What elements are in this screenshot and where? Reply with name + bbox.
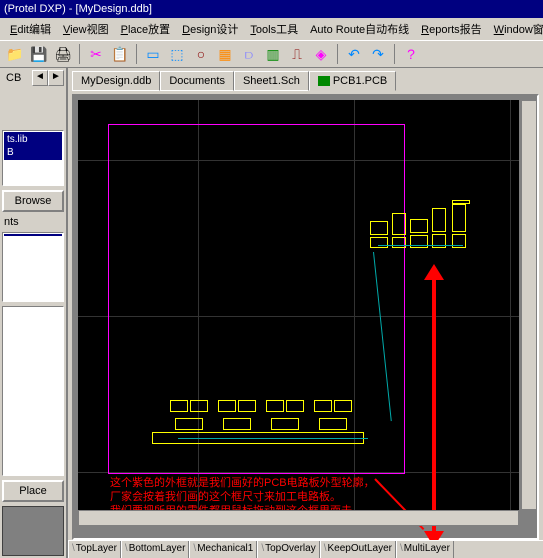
footprint-preview xyxy=(2,506,64,556)
component[interactable] xyxy=(175,418,203,430)
list-item[interactable]: B xyxy=(5,146,61,159)
component[interactable] xyxy=(238,400,256,412)
menu-reports[interactable]: Reports报告 xyxy=(415,19,488,39)
select-rect-icon[interactable]: ▭ xyxy=(142,43,164,65)
component-list[interactable] xyxy=(4,234,62,236)
browse-button[interactable]: Browse xyxy=(2,190,64,212)
menu-bar: Edit编辑 View视图 Place放置 Design设计 Tools工具 A… xyxy=(0,18,543,40)
undo-icon[interactable]: ↶ xyxy=(343,43,365,65)
component[interactable] xyxy=(392,213,406,235)
pcb-icon xyxy=(318,76,330,86)
menu-autoroute[interactable]: Auto Route自动布线 xyxy=(304,19,415,39)
print-icon[interactable]: 🖨 xyxy=(52,43,74,65)
component[interactable] xyxy=(334,400,352,412)
component[interactable] xyxy=(319,418,347,430)
menu-edit[interactable]: Edit编辑 xyxy=(4,19,57,39)
component[interactable] xyxy=(190,400,208,412)
save-icon[interactable]: 💾 xyxy=(28,43,50,65)
panel-tab[interactable]: CB xyxy=(2,70,32,86)
component[interactable] xyxy=(410,235,428,248)
cut-icon[interactable]: ✂ xyxy=(85,43,107,65)
tab-mydesign[interactable]: MyDesign.ddb xyxy=(72,71,160,91)
component[interactable] xyxy=(271,418,299,430)
chip-icon[interactable]: ▥ xyxy=(262,43,284,65)
title-bar: (Protel DXP) - [MyDesign.ddb] xyxy=(0,0,543,18)
menu-window[interactable]: Window窗 xyxy=(488,19,543,39)
component[interactable] xyxy=(410,219,428,233)
component[interactable] xyxy=(218,400,236,412)
menu-tools[interactable]: Tools工具 xyxy=(244,19,304,39)
wire xyxy=(178,438,368,439)
library-list[interactable]: ts.lib B xyxy=(4,132,62,160)
document-tabs: MyDesign.ddb Documents Sheet1.Sch PCB1.P… xyxy=(68,68,543,92)
pcb-outline[interactable] xyxy=(108,124,405,474)
vertical-scrollbar[interactable] xyxy=(521,100,537,510)
nav-right-icon[interactable]: ► xyxy=(48,70,64,86)
component[interactable] xyxy=(370,221,388,235)
pcb-canvas[interactable]: 这个紫色的外框就是我们画好的PCB电路板外型轮廓， 厂家会按着我们画的这个框尺寸… xyxy=(78,100,519,510)
tab-documents[interactable]: Documents xyxy=(160,71,234,91)
nav-left-icon[interactable]: ◄ xyxy=(32,70,48,86)
menu-view[interactable]: View视图 xyxy=(57,19,115,39)
select-icon[interactable]: ⬚ xyxy=(166,43,188,65)
nts-label: nts xyxy=(0,214,66,230)
layer-tabs: TopLayer BottomLayer Mechanical1 TopOver… xyxy=(68,540,543,558)
component[interactable] xyxy=(452,200,470,204)
paste-icon[interactable]: 📋 xyxy=(109,43,131,65)
component[interactable] xyxy=(370,237,388,248)
component[interactable] xyxy=(223,418,251,430)
toolbar: 📁 💾 🖨 ✂ 📋 ▭ ⬚ ○ ▦ ⫐ ▥ ⎍ ◈ ↶ ↷ ? xyxy=(0,40,543,68)
layer-tab-keepout[interactable]: KeepOutLayer xyxy=(320,541,396,558)
left-panel: CB ◄ ► ts.lib B Browse nts Place xyxy=(0,68,68,558)
preview-area xyxy=(2,306,64,476)
component[interactable] xyxy=(286,400,304,412)
tab-pcb1[interactable]: PCB1.PCB xyxy=(309,71,396,91)
help-icon[interactable]: ? xyxy=(400,43,422,65)
layer-tab-bottom[interactable]: BottomLayer xyxy=(121,541,189,558)
horizontal-scrollbar[interactable] xyxy=(78,510,519,526)
conn-icon[interactable]: ⫐ xyxy=(238,43,260,65)
component[interactable] xyxy=(432,208,446,232)
wire xyxy=(378,245,463,246)
menu-place[interactable]: Place放置 xyxy=(115,19,177,39)
list-item[interactable]: ts.lib xyxy=(5,133,61,146)
fill-icon[interactable]: ▦ xyxy=(214,43,236,65)
component[interactable] xyxy=(314,400,332,412)
redo-icon[interactable]: ↷ xyxy=(367,43,389,65)
place-button[interactable]: Place xyxy=(2,480,64,502)
layer-tab-mech[interactable]: Mechanical1 xyxy=(189,541,257,558)
open-icon[interactable]: 📁 xyxy=(4,43,26,65)
component[interactable] xyxy=(266,400,284,412)
component[interactable] xyxy=(170,400,188,412)
arrow-annotation xyxy=(432,278,436,533)
pin-icon[interactable]: ⎍ xyxy=(286,43,308,65)
component[interactable] xyxy=(392,237,406,248)
layer-tab-top[interactable]: TopLayer xyxy=(68,541,121,558)
via-icon[interactable]: ◈ xyxy=(310,43,332,65)
grid-line xyxy=(510,100,511,510)
component[interactable] xyxy=(452,204,466,232)
title-text: (Protel DXP) - [MyDesign.ddb] xyxy=(4,3,152,15)
editor-area: MyDesign.ddb Documents Sheet1.Sch PCB1.P… xyxy=(68,68,543,558)
tab-sheet1[interactable]: Sheet1.Sch xyxy=(234,71,309,91)
layer-tab-topoverlay[interactable]: TopOverlay xyxy=(257,541,319,558)
canvas-container: 这个紫色的外框就是我们画好的PCB电路板外型轮廓， 厂家会按着我们画的这个框尺寸… xyxy=(72,94,539,540)
layer-tab-multi[interactable]: MultiLayer xyxy=(396,541,454,558)
menu-design[interactable]: Design设计 xyxy=(176,19,244,39)
circle-icon[interactable]: ○ xyxy=(190,43,212,65)
